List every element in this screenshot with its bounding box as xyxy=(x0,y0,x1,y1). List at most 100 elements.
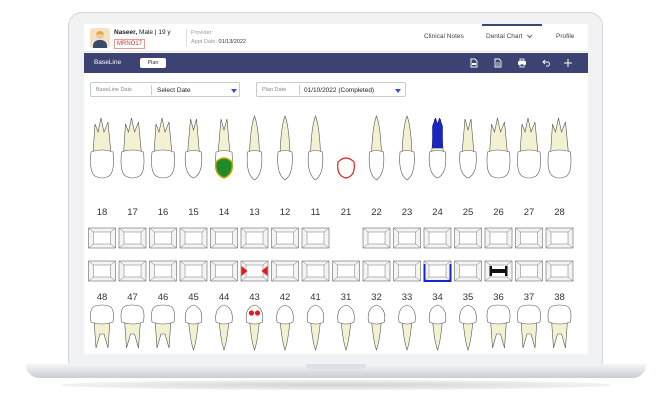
tooth-crown xyxy=(245,304,264,325)
lower-tooth-41[interactable]: 41 xyxy=(306,292,325,351)
upper-tooth-21[interactable]: 21 xyxy=(337,157,355,218)
lower-surface-47[interactable] xyxy=(118,260,147,282)
tooth-number: 13 xyxy=(249,207,260,218)
upper-surface-23[interactable] xyxy=(393,227,421,249)
lower-tooth-36[interactable]: 36 xyxy=(486,292,511,349)
tooth-crown xyxy=(120,304,145,325)
upper-tooth-16[interactable]: 16 xyxy=(151,117,175,218)
surface-box-inner xyxy=(154,231,172,245)
document-icon[interactable] xyxy=(493,58,503,68)
upper-tooth-15[interactable]: 15 xyxy=(184,118,203,218)
upper-surface-13[interactable] xyxy=(240,227,269,249)
surface-box-inner xyxy=(306,264,325,278)
surface-box-inner xyxy=(123,264,142,278)
tab-dental-chart-label: Dental Chart xyxy=(486,33,523,40)
lower-tooth-31[interactable]: 31 xyxy=(337,292,355,351)
plan-button[interactable]: Plan xyxy=(140,58,166,68)
baseline-date-select[interactable]: BaseLine Date Select Date xyxy=(90,82,240,97)
lower-tooth-34[interactable]: 34 xyxy=(428,292,447,351)
upper-tooth-28[interactable]: 28 xyxy=(547,117,572,218)
upper-tooth-12[interactable]: 12 xyxy=(277,115,293,218)
tooth-number: 17 xyxy=(127,207,138,218)
upper-surface-14[interactable] xyxy=(210,227,238,249)
upper-surface-18[interactable] xyxy=(88,227,116,249)
tooth-crown xyxy=(151,149,175,179)
lower-surface-43[interactable] xyxy=(240,260,269,282)
tab-profile[interactable]: Profile xyxy=(556,33,574,40)
lower-surface-37[interactable] xyxy=(515,260,543,282)
lower-surface-35[interactable] xyxy=(454,260,482,282)
tooth-number: 37 xyxy=(524,292,535,303)
upper-surface-25[interactable] xyxy=(454,227,482,249)
lower-surface-44[interactable] xyxy=(210,260,238,282)
surface-box-inner xyxy=(367,264,386,278)
lower-tooth-44[interactable]: 44 xyxy=(215,292,233,351)
upper-surface-22[interactable] xyxy=(362,227,391,249)
avatar[interactable] xyxy=(90,28,110,48)
lower-tooth-42[interactable]: 42 xyxy=(276,292,294,351)
lower-surface-36[interactable] xyxy=(484,260,513,282)
lower-tooth-48[interactable]: 48 xyxy=(90,292,114,349)
upper-tooth-18[interactable]: 18 xyxy=(90,117,114,218)
lower-surface-33[interactable] xyxy=(393,260,421,282)
tooth-crown xyxy=(486,149,511,179)
surface-box-inner xyxy=(215,231,233,245)
undo-icon[interactable] xyxy=(541,58,551,68)
tooth-number: 42 xyxy=(280,292,291,303)
lower-tooth-32[interactable]: 32 xyxy=(367,292,386,351)
tooth-number: 41 xyxy=(310,292,321,303)
surface-box-inner xyxy=(123,231,142,245)
upper-surface-26[interactable] xyxy=(484,227,513,249)
upper-tooth-24[interactable]: 24 xyxy=(428,117,447,218)
print-icon[interactable] xyxy=(517,58,527,68)
upper-tooth-23[interactable]: 23 xyxy=(399,115,415,218)
lower-surface-38[interactable] xyxy=(545,260,574,282)
upper-tooth-27[interactable]: 27 xyxy=(517,117,541,218)
upper-tooth-22[interactable]: 22 xyxy=(368,115,385,218)
pdf-icon[interactable] xyxy=(469,58,479,68)
upper-surface-11[interactable] xyxy=(301,227,330,249)
tab-dental-chart[interactable]: Dental Chart xyxy=(486,32,533,40)
lower-tooth-37[interactable]: 37 xyxy=(517,292,541,349)
tooth-crown xyxy=(246,150,263,181)
tooth-crown xyxy=(90,304,114,325)
upper-tooth-14[interactable]: 14 xyxy=(214,118,234,218)
lower-tooth-46[interactable]: 46 xyxy=(151,292,175,349)
lower-surface-32[interactable] xyxy=(362,260,391,282)
lower-tooth-33[interactable]: 33 xyxy=(398,292,416,351)
lower-tooth-38[interactable]: 38 xyxy=(547,292,572,349)
surface-box-inner xyxy=(184,264,203,278)
lower-surface-48[interactable] xyxy=(88,260,116,282)
lower-surface-46[interactable] xyxy=(149,260,177,282)
add-icon[interactable] xyxy=(563,58,573,68)
provider-info: Provider: Appt Date: 01/13/2022 xyxy=(186,29,246,47)
patient-name-text: Naseer, xyxy=(114,29,138,36)
upper-tooth-17[interactable]: 17 xyxy=(120,117,145,218)
upper-tooth-25[interactable]: 25 xyxy=(459,118,477,218)
plan-date-select[interactable]: Plan Date 01/10/2022 (Completed) xyxy=(256,82,406,97)
lower-tooth-35[interactable]: 35 xyxy=(459,292,477,351)
upper-surface-24[interactable] xyxy=(423,227,452,249)
upper-surface-12[interactable] xyxy=(271,227,299,249)
lower-surface-34[interactable] xyxy=(423,260,452,282)
upper-surface-17[interactable] xyxy=(118,227,147,249)
lower-tooth-45[interactable]: 45 xyxy=(184,292,203,351)
lower-tooth-43[interactable]: 43 xyxy=(245,292,264,351)
lower-tooth-47[interactable]: 47 xyxy=(120,292,145,349)
lower-surface-45[interactable] xyxy=(179,260,208,282)
upper-tooth-11[interactable]: 11 xyxy=(307,115,324,218)
tooth-crown xyxy=(517,304,541,325)
upper-surface-28[interactable] xyxy=(545,227,574,249)
upper-surface-15[interactable] xyxy=(179,227,208,249)
tooth-number: 22 xyxy=(371,207,382,218)
surface-box-inner xyxy=(367,231,386,245)
lower-surface-42[interactable] xyxy=(271,260,299,282)
tab-clinical-notes[interactable]: Clinical Notes xyxy=(424,33,464,40)
surface-box-inner xyxy=(245,264,264,278)
upper-surface-16[interactable] xyxy=(149,227,177,249)
upper-tooth-26[interactable]: 26 xyxy=(486,117,511,218)
upper-surface-27[interactable] xyxy=(515,227,543,249)
upper-tooth-13[interactable]: 13 xyxy=(246,115,263,218)
lower-surface-41[interactable] xyxy=(301,260,330,282)
lower-surface-31[interactable] xyxy=(332,260,360,282)
